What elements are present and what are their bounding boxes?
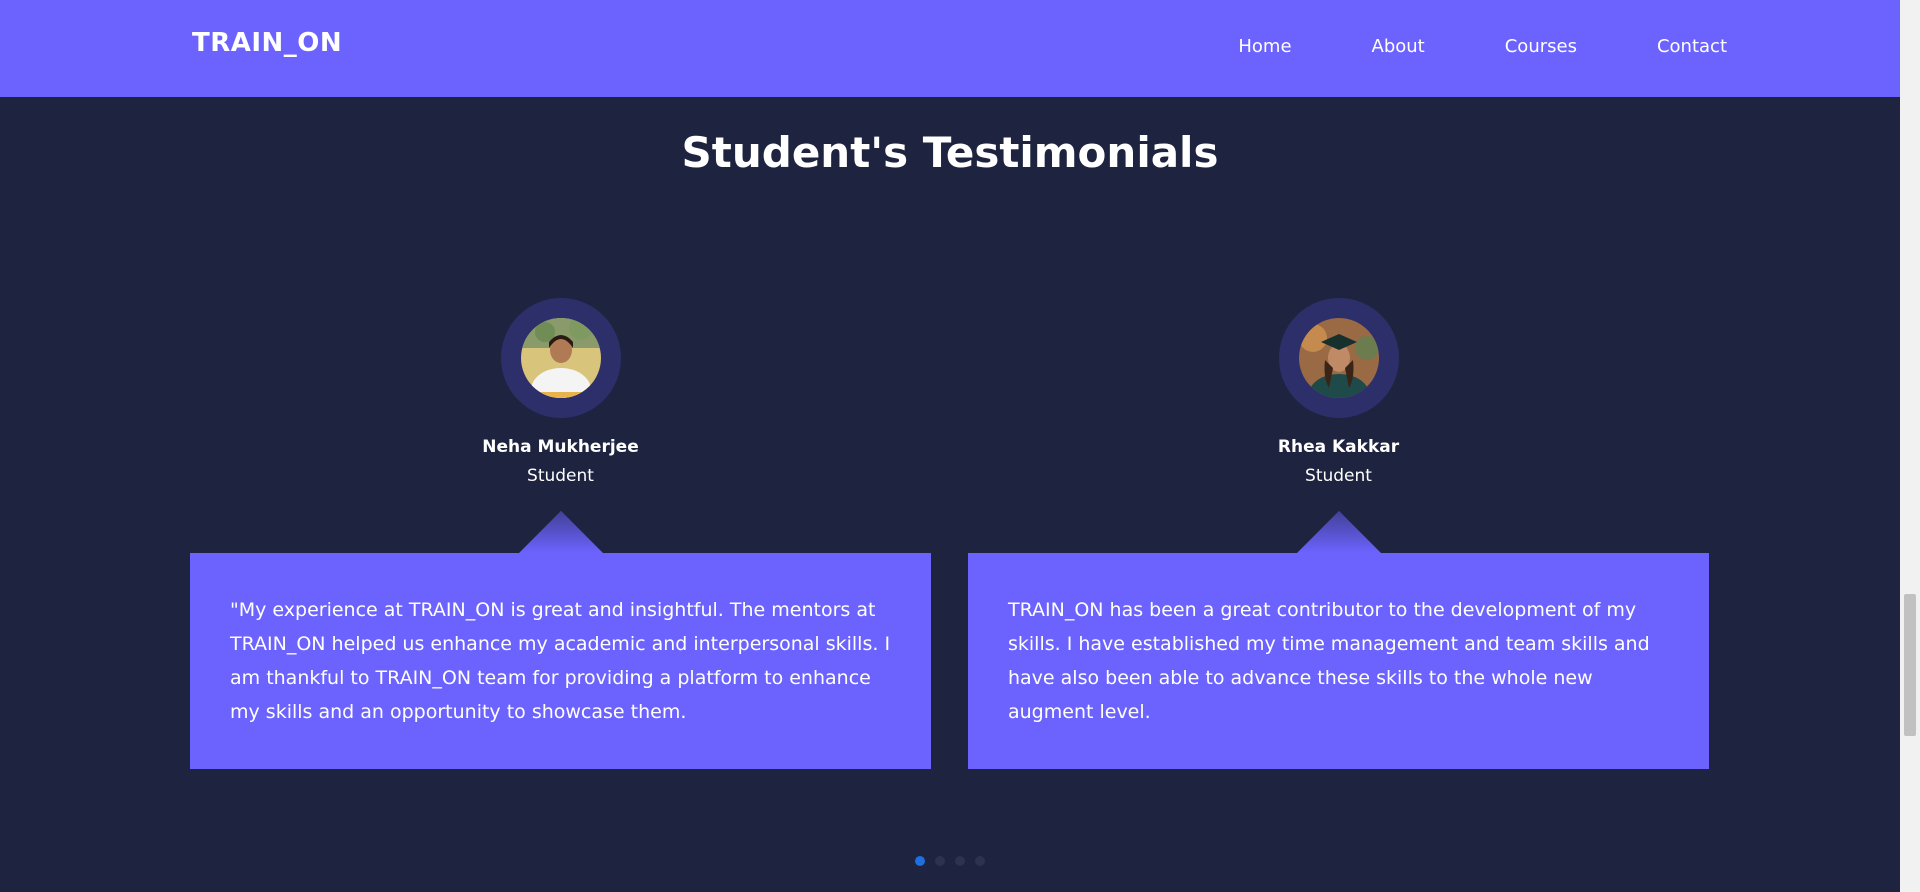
quote-text: TRAIN_ON has been a great contributor to… xyxy=(1008,599,1650,723)
scrollbar-thumb[interactable] xyxy=(1904,594,1916,736)
quote-box: "My experience at TRAIN_ON is great and … xyxy=(190,553,931,769)
navbar: TRAIN_ON Home About Courses Contact xyxy=(0,0,1900,97)
brand-logo[interactable]: TRAIN_ON xyxy=(192,28,342,58)
carousel-dots xyxy=(915,856,985,866)
quote-text: "My experience at TRAIN_ON is great and … xyxy=(230,599,891,723)
person-name: Neha Mukherjee xyxy=(482,437,639,457)
carousel-dot-3[interactable] xyxy=(955,856,965,866)
section-title: Student's Testimonials xyxy=(681,128,1219,177)
avatar-ring xyxy=(1279,298,1399,418)
avatar xyxy=(521,318,601,398)
nav-contact-link[interactable]: Contact xyxy=(1657,36,1727,57)
nav-courses-link[interactable]: Courses xyxy=(1505,36,1577,57)
person-role: Student xyxy=(1305,466,1372,486)
page: TRAIN_ON Home About Courses Contact Stud… xyxy=(0,0,1920,892)
carousel-dot-4[interactable] xyxy=(975,856,985,866)
person-role: Student xyxy=(527,466,594,486)
page-scrollbar[interactable] xyxy=(1900,0,1920,892)
person-name: Rhea Kakkar xyxy=(1277,437,1400,457)
nav-menu: Home About Courses Contact xyxy=(1158,36,1727,57)
avatar-ring xyxy=(501,298,621,418)
avatar xyxy=(1299,318,1379,398)
nav-about-link[interactable]: About xyxy=(1372,36,1425,57)
nav-home-link[interactable]: Home xyxy=(1238,36,1291,57)
carousel-dot-2[interactable] xyxy=(935,856,945,866)
quote-box: TRAIN_ON has been a great contributor to… xyxy=(968,553,1709,769)
carousel-dot-1[interactable] xyxy=(915,856,925,866)
